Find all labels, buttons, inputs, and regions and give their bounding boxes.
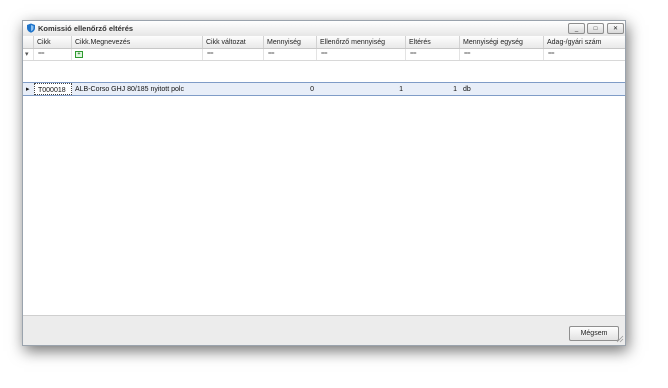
equals-operator-icon: == [548,51,555,57]
equals-operator-icon: == [268,51,275,57]
table-row[interactable]: ▸ T000018 ALB-Corso GHJ 80/185 nyitott p… [23,82,625,96]
filter-indicator-cell: ▾ [23,49,34,60]
column-header-valtozat[interactable]: Cikk változat [203,36,264,48]
shield-icon [27,23,35,33]
title-bar[interactable]: Komissió ellenőrző eltérés _ □ ✕ [23,21,625,37]
cell-cikk[interactable]: T000018 [34,83,72,95]
dialog-window: Komissió ellenőrző eltérés _ □ ✕ Cikk Ci… [22,20,626,346]
minimize-button[interactable]: _ [568,23,585,34]
filter-cell-adag[interactable]: == [544,49,625,60]
equals-operator-icon: == [207,51,214,57]
equals-operator-icon: == [38,51,45,57]
column-header-mennyiseg[interactable]: Mennyiség [264,36,317,48]
filter-cell-valtozat[interactable]: == [203,49,264,60]
cell-ellenorzo-mennyiseg[interactable]: 1 [317,83,406,95]
close-button[interactable]: ✕ [607,23,624,34]
dialog-footer: Mégsem [23,315,625,345]
data-grid[interactable]: Cikk Cikk.Megnevezés Cikk változat Menny… [23,36,625,315]
cell-elteres[interactable]: 1 [406,83,460,95]
column-header-cikk[interactable]: Cikk [34,36,72,48]
filter-cell-egyseg[interactable]: == [460,49,544,60]
column-header-elteres[interactable]: Eltérés [406,36,460,48]
close-icon: ✕ [612,25,619,32]
equals-operator-icon: == [321,51,328,57]
cancel-button[interactable]: Mégsem [569,326,619,341]
maximize-button[interactable]: □ [587,23,604,34]
filter-cell-megnevezes[interactable]: + [72,49,203,60]
column-header-ellenorzo-mennyiseg[interactable]: Ellenőrző mennyiség [317,36,406,48]
filter-cell-cikk[interactable]: == [34,49,72,60]
cell-valtozat[interactable] [203,83,264,95]
grid-header: Cikk Cikk.Megnevezés Cikk változat Menny… [23,36,625,49]
filter-cell-ellenorzo-mennyiseg[interactable]: == [317,49,406,60]
cell-egyseg[interactable]: db [460,83,544,95]
equals-operator-icon: == [464,51,471,57]
cell-mennyiseg[interactable]: 0 [264,83,317,95]
equals-operator-icon: == [410,51,417,57]
filter-icon: ▾ [25,51,29,58]
contains-operator-icon: + [75,51,83,58]
filter-cell-elteres[interactable]: == [406,49,460,60]
column-header-adag[interactable]: Adag-/gyári szám [544,36,625,48]
cell-megnevezes[interactable]: ALB-Corso GHJ 80/185 nyitott polc [72,83,203,95]
column-header-megnevezes[interactable]: Cikk.Megnevezés [72,36,203,48]
minimize-icon: _ [574,25,579,32]
maximize-icon: □ [593,25,598,32]
filter-cell-mennyiseg[interactable]: == [264,49,317,60]
cell-adag[interactable] [544,83,625,95]
column-header-egyseg[interactable]: Mennyiségi egység [460,36,544,48]
window-title: Komissió ellenőrző eltérés [38,24,134,33]
filter-row: ▾ == + == == == == == == [23,49,625,61]
header-indicator-cell [23,36,34,48]
row-indicator-icon: ▸ [26,86,30,93]
resize-grip-icon[interactable] [615,334,624,343]
